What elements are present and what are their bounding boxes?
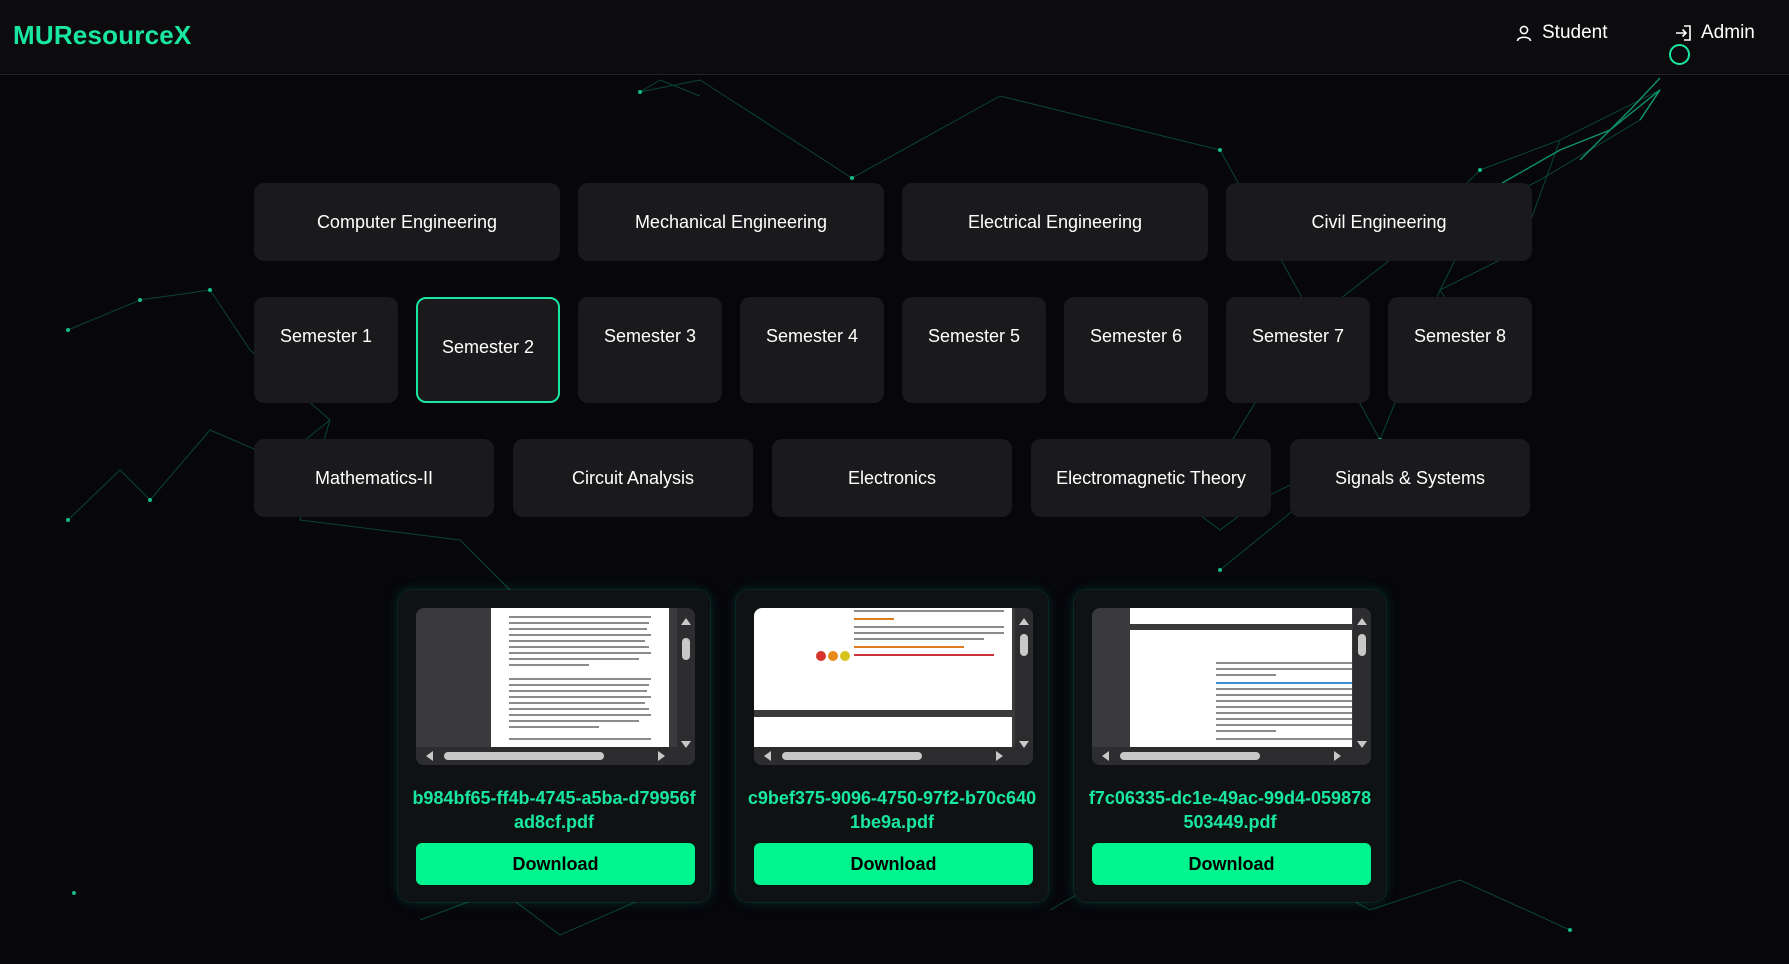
horizontal-scrollbar[interactable]	[1092, 747, 1353, 765]
subject-circuit-analysis[interactable]: Circuit Analysis	[513, 439, 753, 517]
subject-electromagnetic-theory[interactable]: Electromagnetic Theory	[1031, 439, 1271, 517]
scroll-right-icon[interactable]	[658, 751, 665, 761]
download-button[interactable]: Download	[1092, 843, 1371, 885]
scroll-thumb[interactable]	[1020, 634, 1028, 656]
scroll-thumb[interactable]	[782, 752, 922, 760]
horizontal-scrollbar[interactable]	[416, 747, 677, 765]
branch-electrical-engineering[interactable]: Electrical Engineering	[902, 183, 1208, 261]
pdf-page	[1130, 630, 1352, 747]
login-icon	[1676, 25, 1691, 41]
subject-signals-systems[interactable]: Signals & Systems	[1290, 439, 1530, 517]
semester-5[interactable]: Semester 5	[902, 297, 1046, 403]
semester-6[interactable]: Semester 6	[1064, 297, 1208, 403]
branch-mechanical-engineering[interactable]: Mechanical Engineering	[578, 183, 884, 261]
semester-4[interactable]: Semester 4	[740, 297, 884, 403]
scroll-up-icon[interactable]	[1357, 618, 1367, 625]
file-name: b984bf65-ff4b-4745-a5ba-d79956fad8cf.pdf	[412, 788, 696, 832]
student-link-label: Student	[1542, 22, 1608, 43]
scroll-thumb[interactable]	[1358, 634, 1366, 656]
semester-7[interactable]: Semester 7	[1226, 297, 1370, 403]
vertical-scrollbar[interactable]	[1353, 608, 1371, 765]
download-button[interactable]: Download	[416, 843, 695, 885]
pdf-page	[754, 608, 1012, 710]
vertical-scrollbar[interactable]	[1015, 608, 1033, 765]
file-name: c9bef375-9096-4750-97f2-b70c6401be9a.pdf	[747, 788, 1037, 832]
horizontal-scrollbar[interactable]	[754, 747, 1015, 765]
scroll-left-icon[interactable]	[764, 751, 771, 761]
semester-8[interactable]: Semester 8	[1388, 297, 1532, 403]
scroll-up-icon[interactable]	[1019, 618, 1029, 625]
scroll-down-icon[interactable]	[681, 741, 691, 748]
subject-mathematics-ii[interactable]: Mathematics-II	[254, 439, 494, 517]
semester-1[interactable]: Semester 1	[254, 297, 398, 403]
pdf-page	[754, 717, 1012, 747]
brand-logo[interactable]: MUResourceX	[13, 20, 191, 51]
main-content: Computer Engineering Mechanical Engineer…	[0, 0, 1789, 964]
file-card: c9bef375-9096-4750-97f2-b70c6401be9a.pdf…	[736, 590, 1048, 902]
subject-electronics[interactable]: Electronics	[772, 439, 1012, 517]
scroll-thumb[interactable]	[682, 638, 690, 660]
semester-3[interactable]: Semester 3	[578, 297, 722, 403]
file-card: b984bf65-ff4b-4745-a5ba-d79956fad8cf.pdf…	[398, 590, 710, 902]
navbar: MUResourceX Student Admin	[0, 0, 1789, 75]
branch-civil-engineering[interactable]: Civil Engineering	[1226, 183, 1532, 261]
branch-computer-engineering[interactable]: Computer Engineering	[254, 183, 560, 261]
user-icon	[1516, 25, 1532, 42]
pdf-preview[interactable]	[1092, 608, 1371, 765]
scroll-right-icon[interactable]	[996, 751, 1003, 761]
scroll-down-icon[interactable]	[1357, 741, 1367, 748]
admin-link-label: Admin	[1701, 22, 1755, 43]
file-card: f7c06335-dc1e-49ac-99d4-059878503449.pdf…	[1074, 590, 1386, 902]
pdf-preview[interactable]	[416, 608, 695, 765]
scroll-thumb[interactable]	[1120, 752, 1260, 760]
semester-2[interactable]: Semester 2	[416, 297, 560, 403]
admin-link[interactable]: Admin	[1674, 22, 1755, 44]
scroll-down-icon[interactable]	[1019, 741, 1029, 748]
scroll-left-icon[interactable]	[1102, 751, 1109, 761]
file-name: f7c06335-dc1e-49ac-99d4-059878503449.pdf	[1088, 788, 1372, 832]
pdf-page	[1130, 608, 1352, 624]
download-button[interactable]: Download	[754, 843, 1033, 885]
student-link[interactable]: Student	[1515, 22, 1608, 44]
scroll-thumb[interactable]	[444, 752, 604, 760]
scroll-up-icon[interactable]	[681, 618, 691, 625]
pdf-preview[interactable]	[754, 608, 1033, 765]
pdf-page	[491, 608, 669, 747]
vertical-scrollbar[interactable]	[677, 608, 695, 765]
scroll-left-icon[interactable]	[426, 751, 433, 761]
scroll-right-icon[interactable]	[1334, 751, 1341, 761]
cursor-ring-icon	[1669, 44, 1690, 65]
